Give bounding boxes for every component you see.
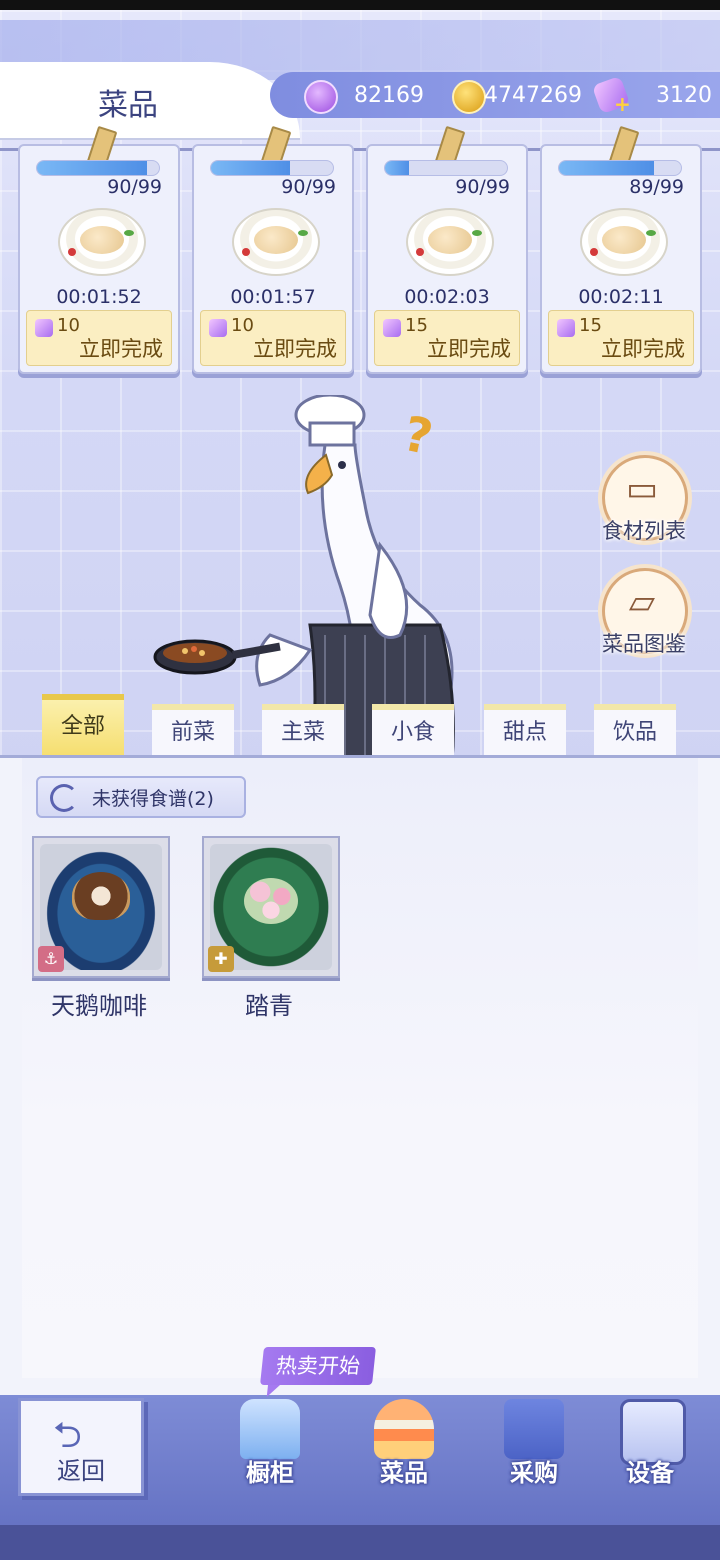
nav-purchase-label: 采购: [510, 1459, 558, 1487]
coin-resource[interactable]: 4747269: [452, 80, 582, 114]
tab-snack[interactable]: 小食: [372, 704, 454, 760]
tab-appetizer[interactable]: 前菜: [152, 704, 234, 760]
category-tabs: 全部 前菜 主菜 小食 甜点 饮品: [0, 690, 720, 760]
status-bar: [0, 0, 720, 10]
finish-label: 立即完成: [601, 337, 685, 361]
anchor-icon: ⚓: [38, 946, 64, 972]
instant-finish-button[interactable]: 15 立即完成: [374, 310, 520, 366]
refresh-icon: [50, 784, 78, 812]
slot-count: 90/99: [455, 176, 510, 198]
feather-value: 3120: [656, 83, 712, 108]
cooking-slot-card[interactable]: 89/99 00:02:11 15 立即完成: [540, 125, 702, 374]
gem-resource[interactable]: 82169: [304, 80, 424, 114]
box-icon: ▭: [625, 469, 659, 509]
recipe-name: 天鹅咖啡: [51, 992, 147, 1020]
tab-main[interactable]: 主菜: [262, 704, 344, 760]
dish-catalog-label: 菜品图鉴: [602, 632, 686, 656]
cooking-slot-card[interactable]: 90/99 00:02:03 15 立即完成: [366, 125, 528, 374]
tab-dessert[interactable]: 甜点: [484, 704, 566, 760]
feather-icon: [35, 319, 53, 337]
ingredient-list-button[interactable]: ▭ 食材列表: [594, 455, 704, 555]
gem-value: 82169: [354, 83, 424, 108]
nav-purchase[interactable]: 采购: [484, 1395, 584, 1495]
resource-bar: 82169 4747269 + 3120: [270, 72, 720, 118]
burger-icon: [374, 1399, 434, 1459]
unobtained-recipes-toggle[interactable]: 未获得食谱(2): [36, 776, 246, 818]
plus-icon: +: [614, 92, 631, 116]
recipe-item[interactable]: ✚: [202, 836, 340, 978]
nav-cabinet-label: 橱柜: [246, 1459, 294, 1487]
page-title: 菜品: [98, 88, 158, 123]
cooking-slot-card[interactable]: 90/99 00:01:52 10 立即完成: [18, 125, 180, 374]
tab-drink[interactable]: 饮品: [594, 704, 676, 760]
slot-count: 90/99: [281, 176, 336, 198]
finish-cost: 10: [57, 315, 80, 336]
feather-icon: [557, 319, 575, 337]
dish-plate-icon: [232, 208, 320, 276]
puzzle-icon: ✚: [208, 946, 234, 972]
slot-timer: 00:02:03: [404, 286, 490, 308]
ingredient-list-label: 食材列表: [602, 519, 686, 543]
finish-label: 立即完成: [253, 337, 337, 361]
unobtained-recipes-label: 未获得食谱(2): [92, 788, 214, 810]
slot-timer: 00:01:52: [56, 286, 142, 308]
finish-cost: 15: [579, 315, 602, 336]
hot-sale-badge: 热卖开始: [260, 1347, 376, 1385]
back-label: 返回: [57, 1457, 105, 1485]
nav-dishes-label: 菜品: [380, 1459, 428, 1487]
recipe-panel: 未获得食谱(2) ⚓ 天鹅咖啡 ✚ 踏青: [0, 755, 720, 1398]
progress-fill: [211, 161, 291, 175]
nav-equipment[interactable]: 设备: [600, 1395, 700, 1495]
cooking-slot-card[interactable]: 90/99 00:01:57 10 立即完成: [192, 125, 354, 374]
gold-coin-icon: [452, 80, 486, 114]
progress-fill: [385, 161, 410, 175]
feather-resource[interactable]: + 3120: [591, 75, 716, 116]
slot-timer: 00:02:11: [578, 286, 664, 308]
feather-icon: [209, 319, 227, 337]
slot-timer: 00:01:57: [230, 286, 316, 308]
purple-gem-icon: [304, 80, 338, 114]
title-bar: 菜品 82169 4747269 + 3120: [0, 62, 720, 140]
tab-all[interactable]: 全部: [42, 694, 124, 760]
slot-count: 89/99: [629, 176, 684, 198]
nav-equipment-label: 设备: [626, 1459, 674, 1487]
coin-value: 4747269: [484, 83, 582, 108]
progress-bar: [558, 160, 682, 176]
instant-finish-button[interactable]: 10 立即完成: [26, 310, 172, 366]
progress-fill: [37, 161, 147, 175]
dish-plate-icon: [58, 208, 146, 276]
progress-fill: [559, 161, 655, 175]
slot-count: 90/99: [107, 176, 162, 198]
finish-cost: 15: [405, 315, 428, 336]
cabinet-drink-icon: [240, 1399, 300, 1459]
dish-plate-icon: [406, 208, 494, 276]
instant-finish-button[interactable]: 10 立即完成: [200, 310, 346, 366]
bottom-strip: [0, 1525, 720, 1560]
instant-finish-button[interactable]: 15 立即完成: [548, 310, 694, 366]
dish-cloche-icon: ▱: [628, 582, 656, 622]
progress-bar: [384, 160, 508, 176]
progress-bar: [36, 160, 160, 176]
finish-label: 立即完成: [427, 337, 511, 361]
nav-dishes[interactable]: 菜品: [354, 1395, 454, 1495]
feather-icon: [383, 319, 401, 337]
finish-label: 立即完成: [79, 337, 163, 361]
dish-plate-icon: [580, 208, 668, 276]
dish-catalog-button[interactable]: ▱ 菜品图鉴: [594, 568, 704, 668]
nav-cabinet[interactable]: 橱柜: [220, 1395, 320, 1495]
title-tab: 菜品: [0, 62, 300, 140]
back-button[interactable]: ⮌ 返回: [18, 1398, 144, 1496]
recipe-name: 踏青: [245, 992, 293, 1020]
recipe-item[interactable]: ⚓: [32, 836, 170, 978]
shopping-bag-icon: [504, 1399, 564, 1459]
progress-bar: [210, 160, 334, 176]
finish-cost: 10: [231, 315, 254, 336]
